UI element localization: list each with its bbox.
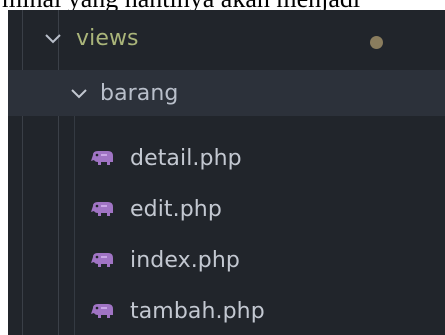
tree-folder-views[interactable]: views: [8, 16, 445, 60]
chevron-down-icon[interactable]: [42, 27, 64, 49]
php-elephant-icon: [90, 199, 116, 219]
php-elephant-icon: [90, 148, 116, 168]
file-explorer-panel: views barang detail.php edit.php index.p…: [8, 10, 445, 335]
file-label: index.php: [130, 247, 240, 273]
tree-file-detail-php[interactable]: detail.php: [8, 136, 445, 180]
tree-file-index-php[interactable]: index.php: [8, 238, 445, 282]
chevron-down-icon[interactable]: [68, 82, 90, 104]
folder-label: barang: [100, 80, 179, 106]
file-label: tambah.php: [130, 298, 265, 324]
tree-file-tambah-php[interactable]: tambah.php: [8, 289, 445, 333]
php-elephant-icon: [90, 301, 116, 321]
file-label: detail.php: [130, 145, 242, 171]
modified-indicator-dot: [370, 36, 383, 49]
file-label: edit.php: [130, 196, 222, 222]
php-elephant-icon: [90, 250, 116, 270]
tree-folder-barang[interactable]: barang: [8, 70, 445, 116]
screenshot: minal yang nantinya akan menjadi views b…: [0, 0, 445, 335]
folder-label: views: [76, 25, 139, 51]
tree-file-edit-php[interactable]: edit.php: [8, 187, 445, 231]
